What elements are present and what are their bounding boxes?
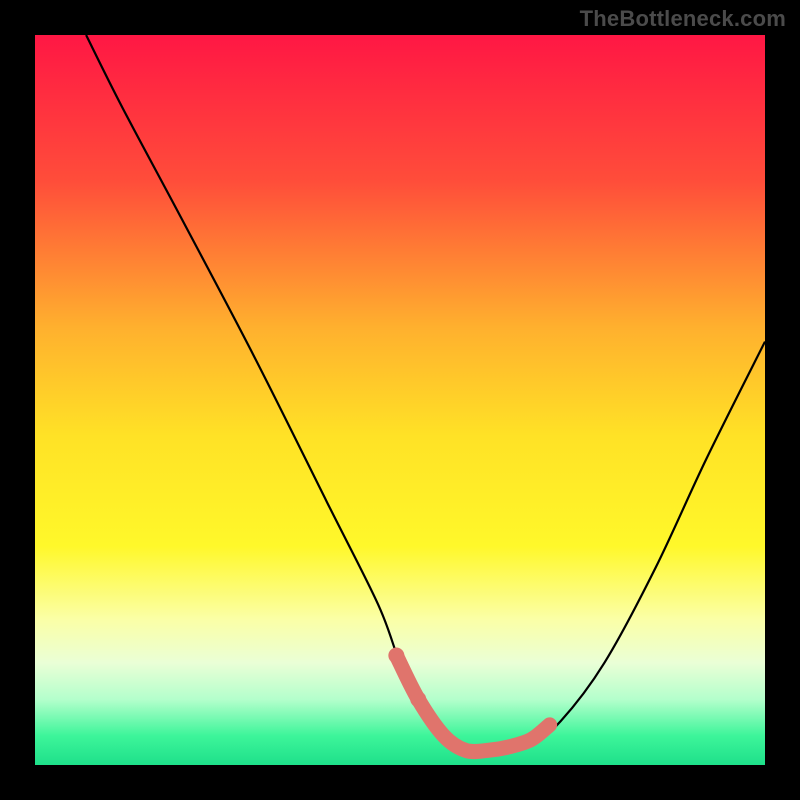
plot-area bbox=[35, 35, 765, 765]
watermark-text: TheBottleneck.com bbox=[580, 6, 786, 32]
bottleneck-chart bbox=[35, 35, 765, 765]
highlight-dot bbox=[410, 691, 426, 707]
chart-frame: TheBottleneck.com bbox=[0, 0, 800, 800]
highlight-dot bbox=[388, 648, 404, 664]
